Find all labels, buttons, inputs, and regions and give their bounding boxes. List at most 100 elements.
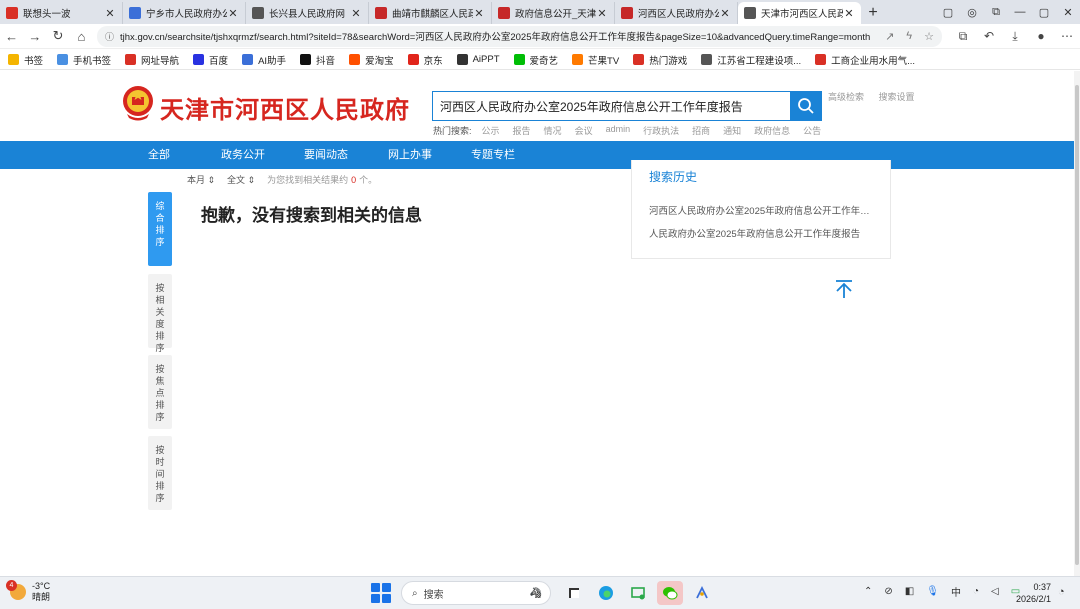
copilot-icon[interactable]: ◎ bbox=[960, 6, 984, 19]
volume-icon[interactable]: ◁ bbox=[991, 586, 999, 597]
bookmark-item[interactable]: 书签 bbox=[8, 53, 43, 67]
bookmark-item[interactable]: 热门游戏 bbox=[633, 53, 687, 67]
tray-sync-icon[interactable]: ⊘ bbox=[884, 586, 892, 597]
notification-bell-icon[interactable]: ◔ bbox=[1058, 586, 1065, 598]
sort-tab[interactable]: 综合排序 bbox=[148, 192, 172, 266]
tab-favicon-icon bbox=[252, 7, 264, 19]
hot-keyword-link[interactable]: 行政执法 bbox=[643, 124, 679, 137]
extensions-icon[interactable]: ⧉ bbox=[984, 6, 1008, 19]
sidebar-toggle-icon[interactable]: ▢ bbox=[936, 6, 960, 19]
tab-close-icon[interactable]: ✕ bbox=[719, 7, 731, 20]
url-field[interactable]: ⓘ tjhx.gov.cn/searchsite/tjshxqrmzf/sear… bbox=[97, 25, 942, 47]
sort-tab[interactable]: 按时间排序 bbox=[148, 436, 172, 510]
system-clock[interactable]: 0:37 2026/2/1 bbox=[1015, 581, 1051, 605]
edge-browser-icon[interactable] bbox=[593, 581, 619, 605]
reload-button[interactable]: ↻ bbox=[47, 28, 70, 44]
close-window-button[interactable]: ✕ bbox=[1056, 6, 1080, 19]
advanced-search-link[interactable]: 高级检索 bbox=[828, 92, 864, 102]
browser-tab[interactable]: 宁乡市人民政府办公室✕ bbox=[123, 2, 246, 24]
wechat-icon[interactable] bbox=[657, 581, 683, 605]
minimize-button[interactable]: — bbox=[1008, 6, 1032, 18]
back-to-top-icon[interactable] bbox=[833, 278, 855, 300]
nav-item[interactable]: 全部 bbox=[148, 141, 170, 169]
page-scrollbar-thumb[interactable] bbox=[1075, 85, 1079, 565]
share-icon[interactable]: ↗ bbox=[885, 30, 894, 43]
undo-dropdown-icon[interactable]: ↶ bbox=[976, 29, 1002, 43]
site-title[interactable]: 天津市河西区人民政府 bbox=[160, 90, 410, 125]
file-explorer-icon[interactable] bbox=[561, 581, 587, 605]
bookmark-item[interactable]: 江苏省工程建设项... bbox=[701, 53, 801, 67]
tab-close-icon[interactable]: ✕ bbox=[227, 7, 239, 20]
site-info-icon[interactable]: ⓘ bbox=[105, 30, 114, 43]
taskbar-search[interactable]: ⌕ 搜索 🦓 bbox=[401, 581, 551, 605]
profile-avatar-icon[interactable]: ● bbox=[1028, 29, 1054, 43]
app-tool-icon[interactable] bbox=[689, 581, 715, 605]
windows-start-icon[interactable] bbox=[371, 583, 391, 603]
bookmark-item[interactable]: 百度 bbox=[193, 53, 228, 67]
bookmark-item[interactable]: 网址导航 bbox=[125, 53, 179, 67]
tray-app-icon[interactable]: ◧ bbox=[905, 586, 914, 597]
nav-item[interactable]: 网上办事 bbox=[388, 141, 432, 169]
more-menu-icon[interactable]: ⋯ bbox=[1054, 29, 1080, 43]
search-settings-link[interactable]: 搜索设置 bbox=[879, 92, 915, 102]
bookmark-item[interactable]: 工商企业用水用气... bbox=[815, 53, 915, 67]
time-range-select[interactable]: 本月 ⇕ bbox=[187, 173, 215, 186]
tray-chevron-icon[interactable]: ⌃ bbox=[864, 586, 872, 597]
sort-tab[interactable]: 按相关度排序 bbox=[148, 274, 172, 353]
scope-select[interactable]: 全文 ⇕ bbox=[227, 173, 255, 186]
bookmark-item[interactable]: 爱奇艺 bbox=[513, 53, 558, 67]
site-search-button[interactable] bbox=[790, 91, 822, 121]
download-icon[interactable]: ⤓ bbox=[1002, 29, 1028, 44]
bookmark-item[interactable]: 手机书签 bbox=[57, 53, 111, 67]
hot-keyword-link[interactable]: 会议 bbox=[575, 124, 593, 137]
bolt-icon[interactable]: ϟ bbox=[906, 30, 912, 42]
ime-indicator[interactable]: 中 bbox=[951, 584, 961, 599]
bookmark-item[interactable]: 京东 bbox=[407, 53, 443, 67]
bookmark-label: 书签 bbox=[24, 55, 44, 67]
microphone-icon[interactable]: 🎙 bbox=[926, 586, 939, 597]
browser-tab[interactable]: 长兴县人民政府网 ✕ bbox=[246, 2, 369, 24]
hot-keyword-link[interactable]: 招商 bbox=[692, 124, 710, 137]
tab-close-icon[interactable]: ✕ bbox=[473, 7, 485, 20]
browser-tab[interactable]: 政府信息公开_天津市✕ bbox=[492, 2, 615, 24]
browser-tab[interactable]: 曲靖市麒麟区人民政府✕ bbox=[369, 2, 492, 24]
weather-widget[interactable]: 4 -3°C 晴朗 bbox=[6, 580, 50, 603]
bookmark-item[interactable]: 爱淘宝 bbox=[349, 53, 394, 67]
hot-keyword-link[interactable]: 政府信息 bbox=[754, 124, 790, 137]
hot-keyword-link[interactable]: 公示 bbox=[482, 124, 500, 137]
sort-tab[interactable]: 按焦点排序 bbox=[148, 355, 172, 429]
bookmark-item[interactable]: AI助手 bbox=[242, 53, 286, 67]
nav-item[interactable]: 要闻动态 bbox=[304, 141, 348, 169]
hot-search-label: 热门搜索: bbox=[433, 126, 472, 136]
extensions-puzzle-icon[interactable]: ⧉ bbox=[950, 29, 976, 44]
bookmark-item[interactable]: AiPPT bbox=[456, 54, 500, 65]
new-tab-button[interactable]: + bbox=[861, 2, 885, 24]
hot-keyword-link[interactable]: admin bbox=[606, 124, 631, 137]
tab-close-icon[interactable]: ✕ bbox=[596, 7, 608, 20]
hot-keyword-link[interactable]: 公告 bbox=[803, 124, 821, 137]
site-search-input[interactable]: 河西区人民政府办公室2025年政府信息公开工作年度报告 bbox=[432, 91, 792, 121]
home-button[interactable]: ⌂ bbox=[70, 29, 93, 44]
tab-close-icon[interactable]: ✕ bbox=[843, 7, 855, 20]
bookmark-item[interactable]: 抖音 bbox=[300, 53, 335, 67]
screen-recorder-icon[interactable] bbox=[625, 581, 651, 605]
tab-close-icon[interactable]: ✕ bbox=[104, 7, 116, 20]
forward-button[interactable]: → bbox=[23, 29, 46, 44]
tab-close-icon[interactable]: ✕ bbox=[350, 7, 362, 20]
hot-keyword-link[interactable]: 报告 bbox=[513, 124, 531, 137]
hot-keyword-link[interactable]: 情况 bbox=[544, 124, 562, 137]
maximize-button[interactable]: ▢ bbox=[1032, 6, 1056, 19]
browser-tab[interactable]: 天津市河西区人民政府✕ bbox=[738, 2, 861, 24]
nav-item[interactable]: 政务公开 bbox=[221, 141, 265, 169]
wifi-icon[interactable]: ◔ bbox=[973, 586, 979, 597]
site-header: 天津市河西区人民政府 河西区人民政府办公室2025年政府信息公开工作年度报告 高… bbox=[0, 71, 1080, 141]
browser-tab[interactable]: 联想头一波 ✕ bbox=[0, 2, 123, 24]
history-item[interactable]: 人民政府办公室2025年政府信息公开工作年度报告 bbox=[649, 226, 879, 240]
nav-item[interactable]: 专题专栏 bbox=[471, 141, 515, 169]
history-item[interactable]: 河西区人民政府办公室2025年政府信息公开工作年度报告 bbox=[649, 203, 879, 217]
hot-keyword-link[interactable]: 通知 bbox=[723, 124, 741, 137]
favorite-star-icon[interactable]: ☆ bbox=[924, 30, 934, 43]
browser-tab[interactable]: 河西区人民政府办公室✕ bbox=[615, 2, 738, 24]
bookmark-item[interactable]: 芒果TV bbox=[572, 53, 619, 67]
back-button[interactable]: ← bbox=[0, 29, 23, 44]
